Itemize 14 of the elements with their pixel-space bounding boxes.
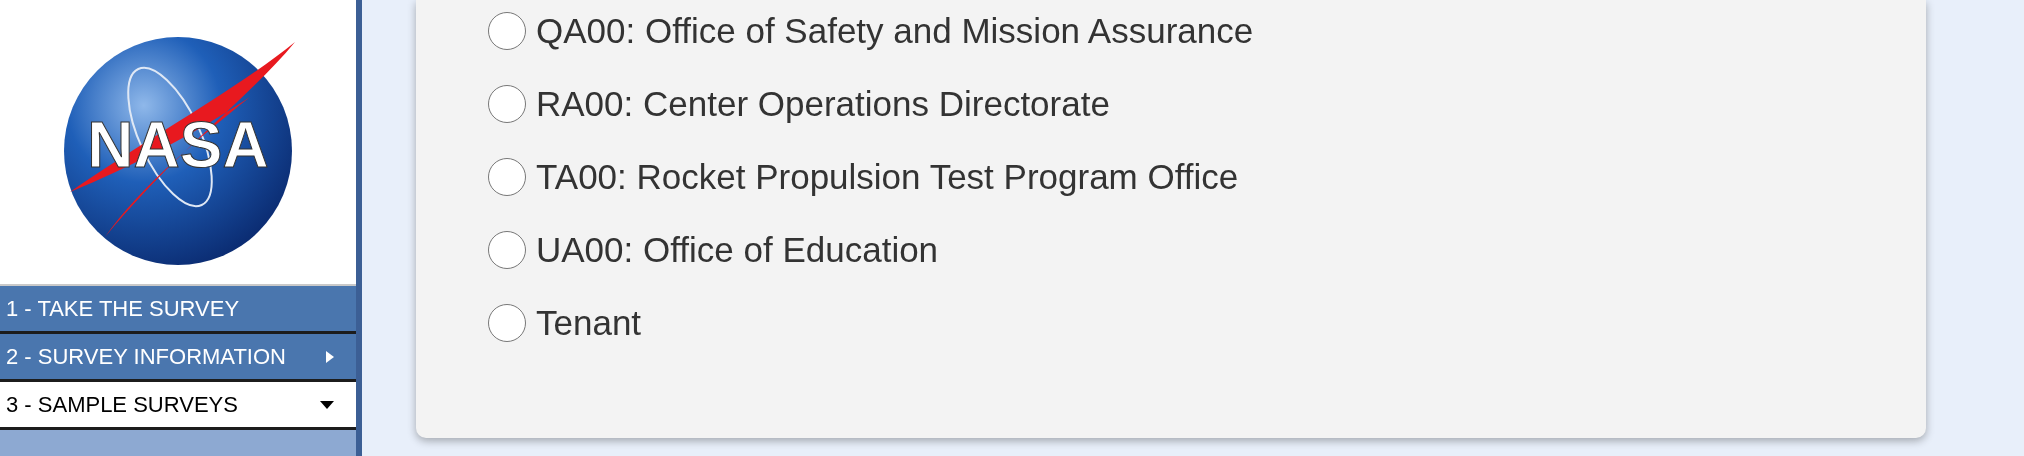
option-label[interactable]: UA00: Office of Education (536, 229, 939, 270)
option-label[interactable]: Tenant (536, 302, 642, 343)
radio-button[interactable] (488, 303, 526, 342)
caret-right-icon (326, 350, 334, 363)
menu-item[interactable]: 1 - TAKE THE SURVEY (0, 286, 356, 334)
option-label[interactable]: TA00: Rocket Propulsion Test Program Office (536, 156, 1239, 197)
menu-item[interactable]: 2 - SURVEY INFORMATION (0, 334, 356, 382)
option-label[interactable]: QA00: Office of Safety and Mission Assurance (536, 10, 1254, 51)
option-label[interactable]: RA00: Center Operations Directorate (536, 83, 1110, 124)
radio-button[interactable] (488, 84, 526, 123)
radio-button[interactable] (488, 157, 526, 196)
radio-button[interactable] (488, 11, 526, 50)
radio-button[interactable] (488, 230, 526, 269)
caret-down-icon (320, 400, 334, 409)
